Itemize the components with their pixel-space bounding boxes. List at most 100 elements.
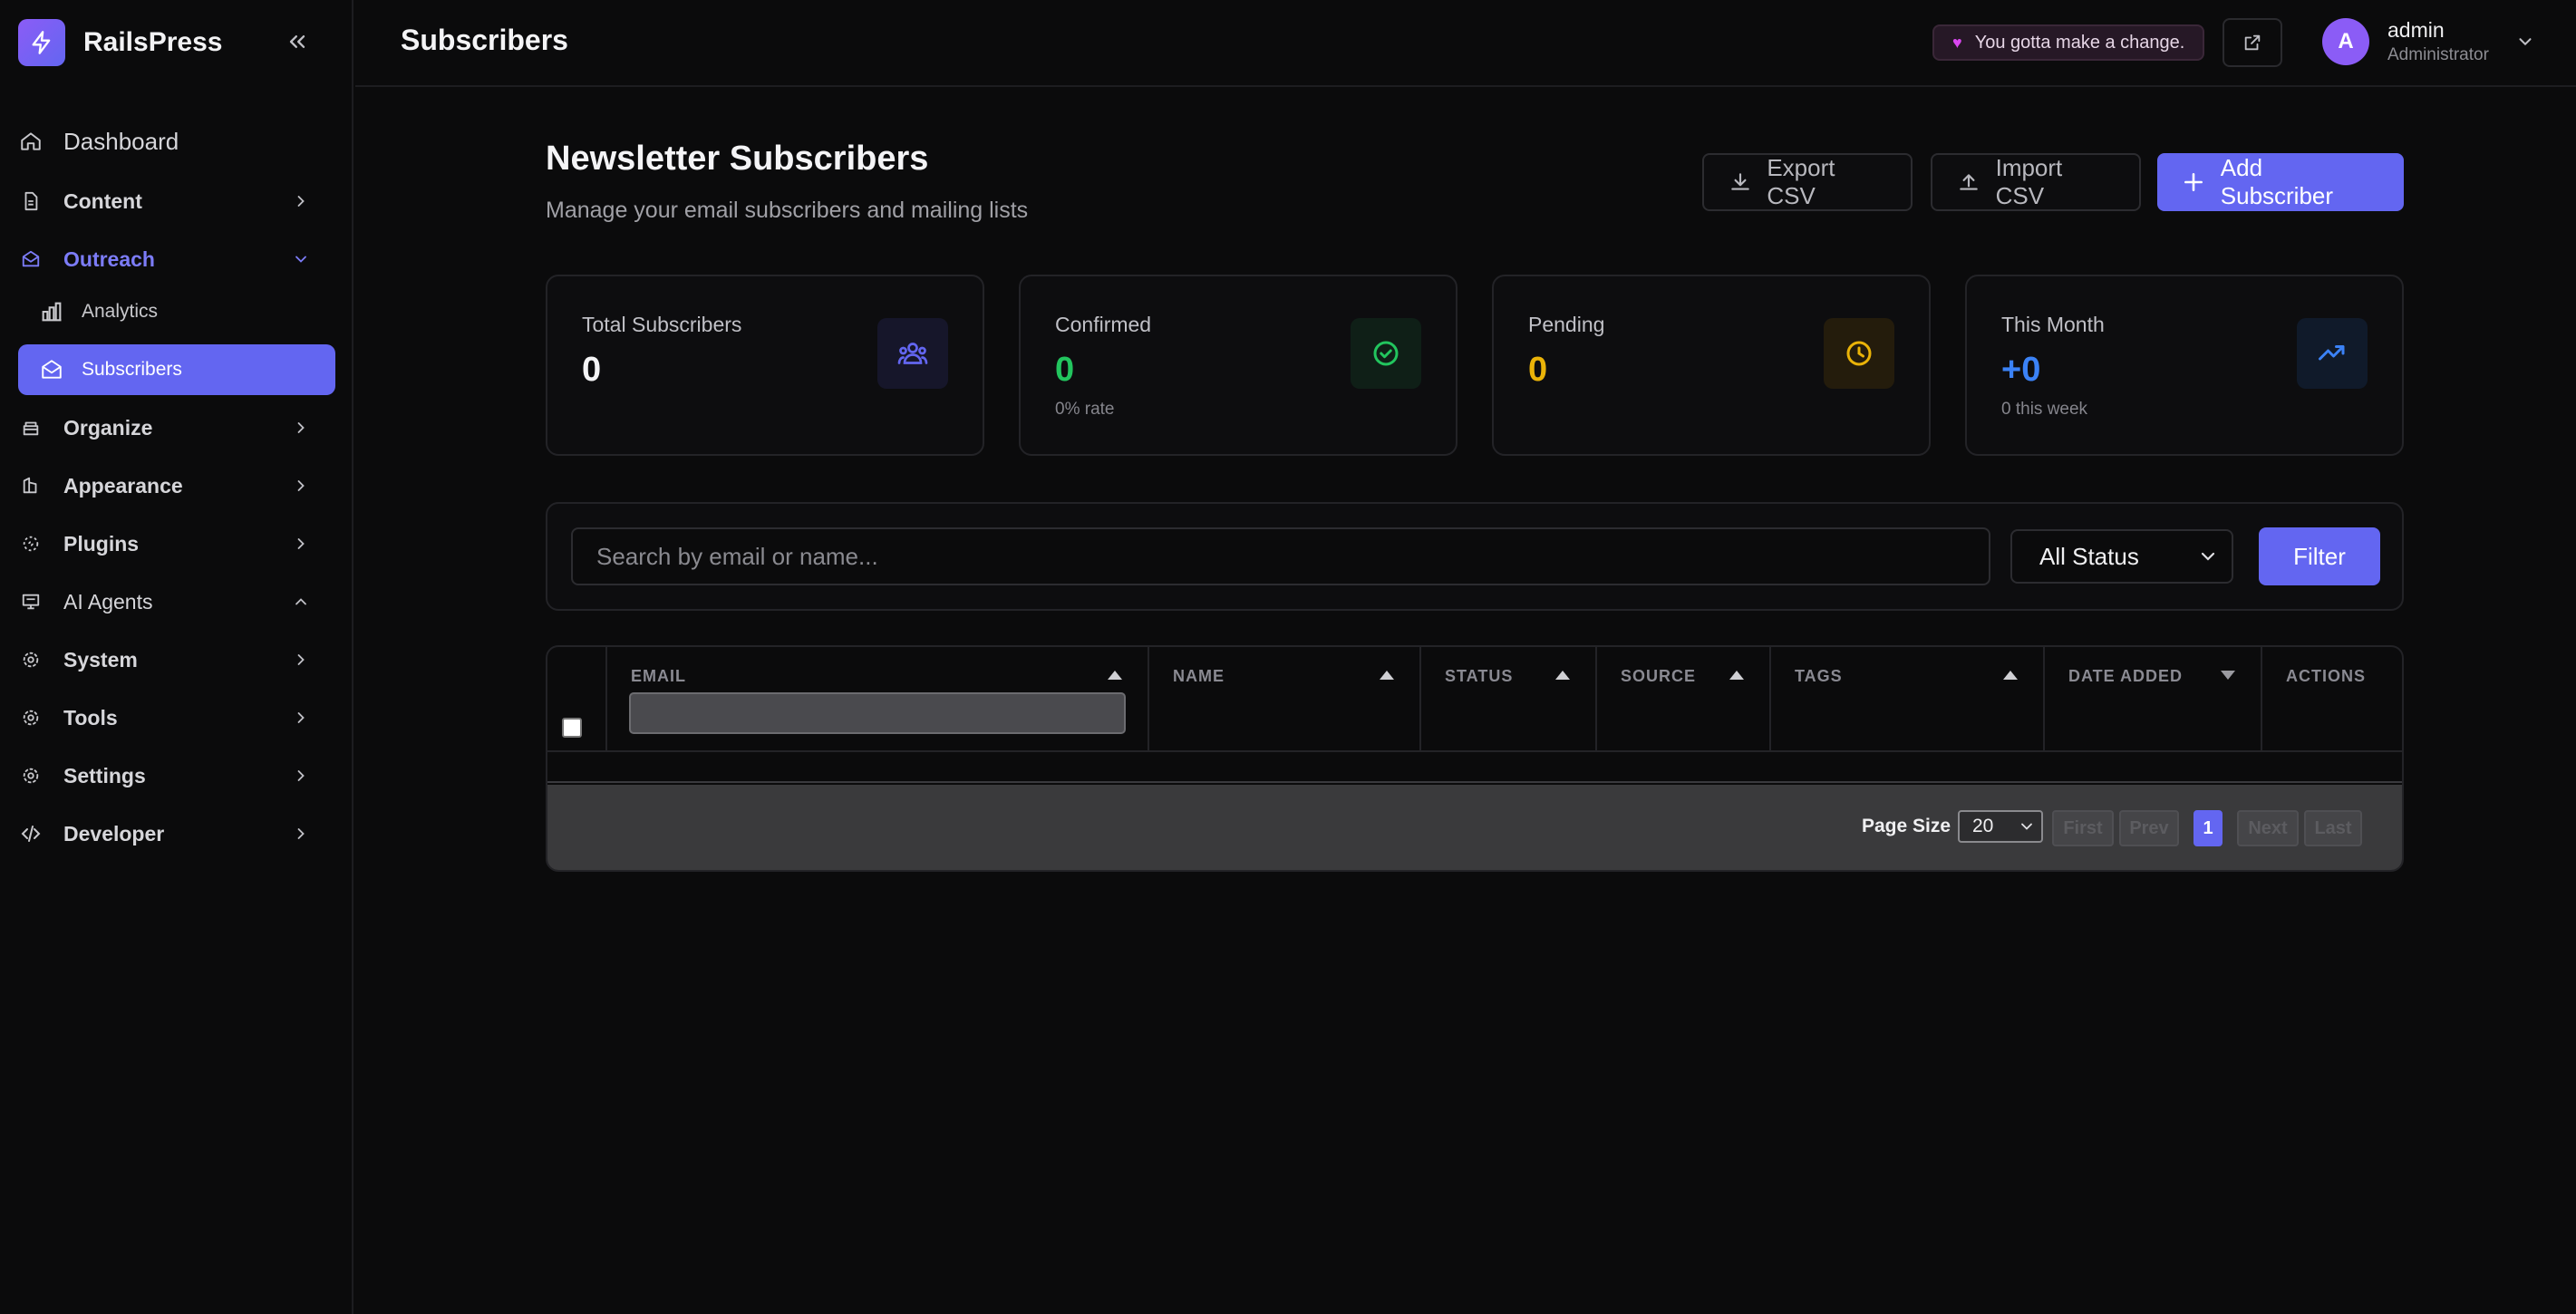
- sidebar-item-analytics[interactable]: Analytics: [18, 286, 335, 337]
- table-header: EMAIL NAME STATUS SOURCE TAGS DATE ADDED…: [547, 647, 2402, 752]
- stat-label: Pending: [1528, 313, 1605, 336]
- select-all-checkbox[interactable]: [562, 718, 582, 738]
- brand[interactable]: RailsPress: [18, 18, 222, 67]
- user-name[interactable]: admin: [2387, 18, 2445, 43]
- home-icon: [18, 129, 44, 154]
- import-label: Import CSV: [1995, 154, 2063, 209]
- first-page-button[interactable]: First: [2052, 810, 2114, 846]
- column-title: STATUS: [1445, 667, 1514, 685]
- import-csv-button[interactable]: Import CSV: [1931, 153, 2141, 211]
- last-page-button[interactable]: Last: [2304, 810, 2362, 846]
- chevron-down-icon: [288, 246, 314, 272]
- sidebar: RailsPress Dashboard Content Outreach An…: [0, 0, 353, 1314]
- sidebar-item-ai-agents[interactable]: AI Agents: [18, 576, 335, 627]
- page-1-button[interactable]: 1: [2193, 810, 2223, 846]
- sort-asc-icon[interactable]: [1380, 671, 1394, 680]
- sidebar-item-content[interactable]: Content: [18, 176, 335, 227]
- stat-card-total: Total Subscribers 0: [546, 275, 984, 456]
- filter-button[interactable]: Filter: [2259, 527, 2380, 585]
- sidebar-item-plugins[interactable]: Plugins: [18, 518, 335, 569]
- page-title: Subscribers: [401, 24, 568, 56]
- sort-desc-icon[interactable]: [2221, 671, 2235, 680]
- pagination: Page Size 20 First Prev 1 Next Last: [547, 785, 2402, 870]
- external-link-icon: [2242, 33, 2262, 53]
- sort-asc-icon[interactable]: [1729, 671, 1744, 680]
- chevron-right-icon: [288, 188, 314, 214]
- sidebar-item-label: Dashboard: [63, 127, 179, 155]
- export-csv-button[interactable]: Export CSV: [1702, 153, 1913, 211]
- sidebar-item-dashboard[interactable]: Dashboard: [18, 116, 335, 167]
- sidebar-item-label: System: [63, 647, 138, 671]
- collapse-sidebar-icon[interactable]: [279, 24, 315, 60]
- stat-label: Confirmed: [1055, 313, 1152, 336]
- clock-icon: [1824, 318, 1894, 389]
- stat-card-pending: Pending 0: [1492, 275, 1931, 456]
- bar-chart-icon: [38, 298, 65, 325]
- avatar[interactable]: A: [2322, 18, 2369, 65]
- status-select[interactable]: All Status: [2010, 529, 2233, 584]
- chevron-right-icon: [288, 647, 314, 672]
- sidebar-item-subscribers[interactable]: Subscribers: [18, 344, 335, 395]
- prev-page-button[interactable]: Prev: [2119, 810, 2179, 846]
- next-page-button[interactable]: Next: [2237, 810, 2299, 846]
- stat-value: 0: [1528, 351, 1548, 389]
- sidebar-item-settings[interactable]: Settings: [18, 750, 335, 801]
- sidebar-item-organize[interactable]: Organize: [18, 402, 335, 453]
- motto-text: You gotta make a change.: [1974, 32, 2185, 53]
- sidebar-item-label: Tools: [63, 705, 118, 729]
- upload-icon: [1956, 169, 1981, 195]
- bolt-icon: [18, 19, 65, 66]
- section-subtitle: Manage your email subscribers and mailin…: [546, 198, 1029, 223]
- puzzle-icon: [18, 531, 44, 556]
- code-icon: [18, 821, 44, 846]
- file-icon: [18, 188, 44, 214]
- sidebar-item-developer[interactable]: Developer: [18, 808, 335, 859]
- chevron-down-icon[interactable]: [2513, 29, 2538, 54]
- status-select-value: All Status: [2039, 542, 2139, 570]
- archive-icon: [18, 415, 44, 440]
- user-role: Administrator: [2387, 45, 2489, 64]
- column-header-status[interactable]: STATUS: [1421, 647, 1597, 752]
- chevron-right-icon: [288, 763, 314, 788]
- page-size-value: 20: [1972, 816, 1994, 836]
- stat-label: Total Subscribers: [582, 313, 742, 336]
- column-header-name[interactable]: NAME: [1149, 647, 1421, 752]
- sidebar-item-label: Developer: [63, 821, 165, 845]
- table-body: [547, 752, 2402, 783]
- column-header-tags[interactable]: TAGS: [1771, 647, 2045, 752]
- column-title: SOURCE: [1621, 667, 1697, 685]
- page-size-label: Page Size: [1862, 816, 1951, 836]
- plus-icon: [2181, 169, 2206, 195]
- column-header-email[interactable]: EMAIL: [607, 647, 1149, 752]
- add-subscriber-button[interactable]: Add Subscriber: [2157, 153, 2404, 211]
- gear-icon: [18, 647, 44, 672]
- sidebar-item-tools[interactable]: Tools: [18, 692, 335, 743]
- sidebar-item-outreach[interactable]: Outreach: [18, 234, 335, 285]
- sidebar-item-label: AI Agents: [63, 589, 153, 614]
- stat-note: 0 this week: [2001, 400, 2088, 419]
- search-input[interactable]: [571, 527, 1990, 585]
- column-title: EMAIL: [631, 667, 686, 685]
- sort-asc-icon[interactable]: [1555, 671, 1570, 680]
- filter-bar: All Status Filter: [546, 502, 2404, 611]
- chevron-up-icon: [288, 589, 314, 614]
- section-title: Newsletter Subscribers: [546, 140, 929, 178]
- motto-badge: ♥ You gotta make a change.: [1932, 24, 2205, 61]
- select-all-column: [547, 647, 607, 752]
- mail-open-icon: [38, 356, 65, 383]
- stat-note: 0% rate: [1055, 400, 1115, 419]
- email-column-filter[interactable]: [629, 692, 1126, 734]
- trending-up-icon: [2297, 318, 2368, 389]
- gear-icon: [18, 763, 44, 788]
- column-header-source[interactable]: SOURCE: [1597, 647, 1771, 752]
- sort-asc-icon[interactable]: [2003, 671, 2018, 680]
- chevron-right-icon: [288, 473, 314, 498]
- column-header-date-added[interactable]: DATE ADDED: [2045, 647, 2262, 752]
- view-site-button[interactable]: [2223, 18, 2282, 67]
- sort-asc-icon[interactable]: [1108, 671, 1122, 680]
- chevron-down-icon: [2197, 546, 2219, 567]
- sidebar-item-appearance[interactable]: Appearance: [18, 460, 335, 511]
- top-bar: Subscribers ♥ You gotta make a change. A…: [355, 0, 2576, 87]
- sidebar-item-system[interactable]: System: [18, 634, 335, 685]
- page-size-select[interactable]: 20: [1958, 810, 2043, 843]
